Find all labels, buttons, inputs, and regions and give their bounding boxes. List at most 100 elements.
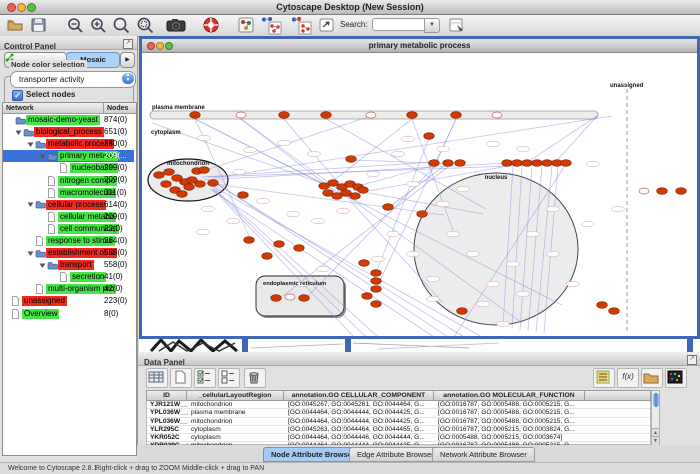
network-node[interactable]: [532, 160, 543, 167]
color-attribute-select[interactable]: transporter activity ▲▼: [10, 71, 136, 88]
network-node[interactable]: [208, 180, 219, 187]
network-node[interactable]: [359, 260, 370, 267]
network-node[interactable]: [451, 112, 462, 119]
tree-item-establishment-of-lo[interactable]: establishment of lo558(0): [3, 247, 134, 259]
tree-item-cellular-metabo[interactable]: cellular metabo209(0): [3, 211, 134, 223]
more-tabs-button[interactable]: ▶: [120, 52, 135, 68]
network-nodes[interactable]: [154, 112, 687, 315]
zoom-out-icon[interactable]: [66, 16, 86, 34]
column-header-mf[interactable]: annotation.GO MOLECULAR_FUNCTION: [434, 390, 585, 401]
frame-minimize-button[interactable]: [156, 42, 164, 50]
tree-item-unassigned[interactable]: unassigned223(0): [3, 295, 134, 307]
data-table-scrollbar[interactable]: ▲ ▼: [651, 390, 660, 445]
network-node[interactable]: [294, 245, 305, 252]
cell-cc[interactable]: [GO:0044464, GO:0044444, GO:0044425, G..…: [285, 409, 435, 416]
select-nodes-checkbox[interactable]: ✓: [12, 90, 23, 101]
table-row[interactable]: YLR295Ccytoplasm[GO:0045263, GO:0044464,…: [147, 426, 650, 434]
tree-item-transport[interactable]: transport558(0): [3, 259, 134, 271]
cell-region[interactable]: plasma membrane: [188, 409, 285, 416]
network-node[interactable]: [328, 180, 339, 187]
attribute-select-icon[interactable]: [146, 368, 168, 388]
table-row[interactable]: YPL036W__2plasma membrane[GO:0044464, GO…: [147, 409, 650, 417]
float-panel-icon[interactable]: ↗: [123, 39, 133, 49]
expand-triangle-icon[interactable]: [39, 262, 47, 269]
network-node[interactable]: [657, 188, 668, 195]
cell-id[interactable]: YLR295C: [147, 426, 188, 433]
column-header-cc[interactable]: annotation.GO CELLULAR_COMPONENT: [284, 390, 434, 401]
network-node[interactable]: [271, 295, 282, 302]
network-node[interactable]: [371, 270, 382, 277]
network-node[interactable]: [561, 160, 572, 167]
tree-item-metabolic-process[interactable]: metabolic process280(0): [3, 138, 134, 150]
network-node[interactable]: [383, 204, 394, 211]
cell-region[interactable]: mitochondrion: [188, 401, 285, 408]
expand-triangle-icon[interactable]: [15, 129, 23, 136]
cell-mf[interactable]: [GO:0016787, GO:0005215, GO:0003824, G..…: [435, 426, 586, 433]
network-edge[interactable]: [351, 160, 434, 163]
cell-region[interactable]: mitochondrion: [188, 418, 285, 425]
network-node[interactable]: [199, 167, 210, 174]
tree-item-nitrogen-compo[interactable]: nitrogen compo209(0): [3, 174, 134, 186]
cell-id[interactable]: YPL036W__1: [147, 418, 188, 425]
cell-mf[interactable]: [GO:0005488, GO:0005215, GO:0003674]: [435, 434, 586, 441]
network-node-open[interactable]: [285, 294, 295, 300]
new-attribute-icon[interactable]: [170, 368, 192, 388]
column-header-region[interactable]: _cellularLayoutRegion: [187, 390, 284, 401]
network-node[interactable]: [154, 172, 165, 179]
network-node[interactable]: [502, 160, 513, 167]
cell-cc[interactable]: [GO:0044464, GO:0044444, GO:0044425, G..…: [285, 418, 435, 425]
minimize-window-button[interactable]: [17, 3, 26, 12]
tree-item-macromolecule[interactable]: macromolecule311(0): [3, 187, 134, 199]
cell-id[interactable]: YPL036W__2: [147, 409, 188, 416]
attribute-list-icon[interactable]: [593, 368, 615, 388]
unselect-attributes-icon[interactable]: [218, 368, 240, 388]
zoom-in-icon[interactable]: [89, 16, 109, 34]
network-edge[interactable]: [522, 116, 597, 166]
cell-mf[interactable]: [GO:0016787, GO:0005488, GO:0005215, G..…: [435, 401, 586, 408]
network-node[interactable]: [417, 211, 428, 218]
tree-header-nodes[interactable]: Nodes: [104, 103, 136, 114]
network-canvas[interactable]: plasma membrane cytoplasm mitochondrion …: [142, 53, 697, 336]
tree-item-cell-communicat[interactable]: cell communicat22(0): [3, 223, 134, 235]
network-node[interactable]: [164, 169, 175, 176]
network-node[interactable]: [177, 191, 188, 198]
cell-id[interactable]: YJR121W__1: [147, 401, 188, 408]
open-file-icon[interactable]: [6, 16, 26, 34]
tab-edge-attribute-browser[interactable]: Edge Attribute Browser: [349, 447, 442, 462]
tab-network-attribute-browser[interactable]: Network Attribute Browser: [432, 447, 535, 462]
expand-triangle-icon[interactable]: [27, 141, 35, 148]
import-attributes-icon[interactable]: [641, 368, 663, 388]
expand-triangle-icon[interactable]: [39, 153, 47, 160]
network-node[interactable]: [299, 295, 310, 302]
cell-mf[interactable]: [GO:0016787, GO:0005488, GO:0005215, G..…: [435, 409, 586, 416]
network-node-open[interactable]: [639, 188, 649, 194]
network-node[interactable]: [238, 192, 249, 199]
tree-item-nucleobase-[interactable]: nucleobase-209(0): [3, 162, 134, 174]
network-node[interactable]: [429, 160, 440, 167]
network-node[interactable]: [362, 293, 373, 300]
network-node[interactable]: [190, 112, 201, 119]
network-node[interactable]: [371, 278, 382, 285]
network-node[interactable]: [542, 160, 553, 167]
close-window-button[interactable]: [7, 3, 16, 12]
table-row[interactable]: YPL036W__1mitochondrion[GO:0044464, GO:0…: [147, 418, 650, 426]
network-node[interactable]: [321, 112, 332, 119]
layout-icon[interactable]: [318, 16, 338, 34]
network-node[interactable]: [274, 241, 285, 248]
zoom-window-button[interactable]: [27, 3, 36, 12]
network-node-open[interactable]: [366, 112, 376, 118]
network-node[interactable]: [350, 193, 361, 200]
network-node[interactable]: [279, 112, 290, 119]
network-node[interactable]: [512, 160, 523, 167]
network-node[interactable]: [371, 301, 382, 308]
select-attributes-icon[interactable]: [194, 368, 216, 388]
cell-region[interactable]: cytoplasm: [188, 434, 285, 441]
network-edge[interactable]: [552, 116, 597, 166]
search-go-icon[interactable]: [448, 16, 468, 34]
network-node[interactable]: [161, 181, 172, 188]
cell-cc[interactable]: [GO:0045267, GO:0045261, GO:0044464, G..…: [285, 401, 435, 408]
table-row[interactable]: YKR052Ccytoplasm[GO:0044464, GO:0044446,…: [147, 434, 650, 442]
network-node[interactable]: [676, 188, 687, 195]
tree-item-cellular-process[interactable]: cellular process614(0): [3, 199, 134, 211]
network-node[interactable]: [457, 308, 468, 315]
